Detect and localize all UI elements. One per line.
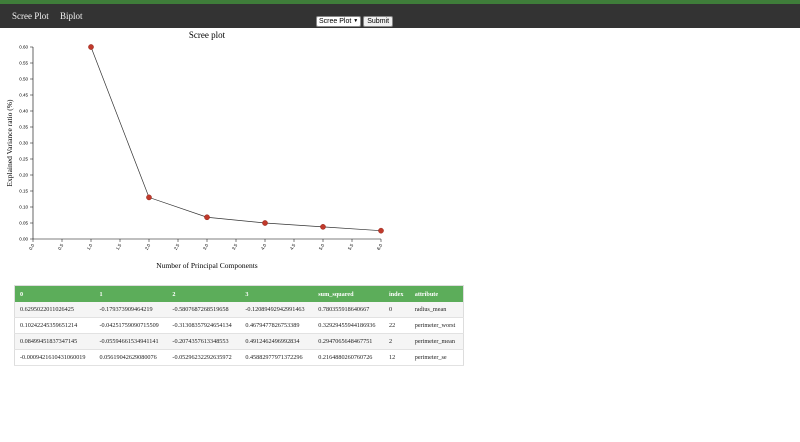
- chart-title: Scree plot: [189, 30, 226, 40]
- table-cell: 0.10242245359651214: [14, 317, 95, 334]
- table-cell: -0.04251759090715509: [94, 317, 168, 334]
- table-row: 0.08499451837347145 -0.05594661534941141-…: [14, 333, 464, 350]
- x-tick-label: 1.0: [86, 243, 94, 251]
- plot-type-select[interactable]: Scree Plot ▼: [316, 16, 362, 27]
- data-point: [204, 214, 210, 221]
- table-header-cell: 0: [14, 285, 95, 302]
- table-header-cell: sum_squared: [313, 285, 384, 302]
- table-header-cell: attribute: [409, 285, 464, 302]
- y-tick-label: 0.60: [19, 45, 28, 50]
- x-tick-label: 0.0: [28, 243, 36, 251]
- table-cell: 22: [383, 317, 410, 334]
- table-header-row: 0 1 2 3 sum_squared index attribute: [14, 285, 464, 302]
- data-point: [320, 224, 326, 230]
- pca-loadings-table: 0 1 2 3 sum_squared index attribute 0.62950220…: [14, 285, 464, 366]
- y-tick-label: 0.40: [19, 109, 28, 114]
- x-axis-label: Number of Principal Components: [156, 261, 258, 270]
- table-cell: -0.2074357613348553: [167, 333, 241, 350]
- y-tick-label: 0.50: [19, 77, 28, 82]
- x-tick-label: 1.5: [115, 243, 123, 251]
- y-tick-label: 0.20: [19, 173, 28, 178]
- table-header-cell: 3: [240, 285, 314, 302]
- chevron-down-icon: ▼: [353, 18, 359, 24]
- scree-plot-chart: Scree plot Explained Variance ratio (%) …: [5, 30, 384, 270]
- table-cell: -0.179373909464219: [94, 302, 168, 318]
- chart-plot-area: 0.00 0.05 0.10 0.15 0.20 0.25 0.30 0.35 0.40 0.45…: [19, 44, 384, 251]
- table-cell: perimeter_worst: [409, 317, 464, 334]
- x-tick-label: 4.5: [289, 243, 297, 251]
- table-row: -0.0009421610431060019 0.0561904262908007…: [14, 349, 464, 366]
- y-tick-label: 0.45: [19, 93, 28, 98]
- table-row: 0.6295022011026425 -0.179373909464219 -0.5…: [14, 302, 464, 318]
- x-tick-label: 5.5: [347, 243, 355, 251]
- x-tick-label: 4.0: [260, 243, 268, 251]
- table-cell: -0.5807687268519658: [167, 302, 241, 318]
- table-body: 0.6295022011026425 -0.179373909464219 -0.5…: [14, 302, 464, 366]
- x-tick-label: 2.5: [173, 243, 181, 251]
- table-cell: radius_mean: [409, 302, 464, 318]
- x-tick-label: 2.0: [144, 243, 152, 251]
- table-cell: perimeter_mean: [409, 333, 464, 350]
- table-cell: -0.05594661534941141: [94, 333, 168, 350]
- table-cell: 0.6295022011026425: [14, 302, 95, 318]
- table-cell: 0.2164880260760726: [313, 349, 384, 366]
- table-cell: 0.45882977971372296: [240, 349, 314, 366]
- table-cell: -0.0009421610431060019: [14, 349, 95, 366]
- plot-select-form: Scree Plot ▼ Submit: [316, 16, 394, 28]
- series-line: [90, 46, 382, 232]
- table-cell: -0.05296232292635972: [167, 349, 241, 366]
- table-header-cell: 2: [167, 285, 241, 302]
- table-cell: 0.08499451837347145: [14, 333, 95, 350]
- nav-link-scree-plot[interactable]: Scree Plot: [12, 4, 49, 28]
- table-cell: -0.12089492942991463: [240, 302, 314, 318]
- table-cell: -0.31308357924654134: [167, 317, 241, 334]
- x-tick-label: 0.5: [57, 243, 65, 251]
- table-cell: 12: [383, 349, 410, 366]
- x-tick-label: 3.0: [202, 243, 210, 251]
- navbar: Scree Plot Biplot Scree Plot ▼ Submit: [0, 4, 800, 28]
- table-cell: 0.32929455944186936: [313, 317, 384, 334]
- table-cell: 0.4912462496992834: [240, 333, 314, 350]
- y-tick-label: 0.00: [19, 237, 28, 242]
- y-tick-label: 0.30: [19, 141, 28, 146]
- data-point: [88, 44, 94, 50]
- y-axis-label: Explained Variance ratio (%): [5, 99, 14, 187]
- table-cell: 0.2947065648467751: [313, 333, 384, 350]
- data-point: [378, 227, 384, 234]
- data-point: [146, 194, 152, 201]
- y-tick-label: 0.35: [19, 125, 28, 130]
- table-cell: 0: [383, 302, 410, 318]
- y-tick-label: 0.25: [19, 157, 28, 162]
- data-point: [262, 220, 268, 226]
- x-tick-label: 6.0: [376, 243, 384, 251]
- table-header-cell: 1: [94, 285, 168, 302]
- y-tick-label: 0.15: [19, 189, 28, 194]
- x-tick-label: 5.0: [318, 243, 326, 251]
- table-cell: 0.4679477826753389: [240, 317, 314, 334]
- x-tick-label: 3.5: [231, 243, 239, 251]
- table-row: 0.10242245359651214 -0.04251759090715509-…: [14, 317, 464, 334]
- y-tick-label: 0.05: [19, 221, 28, 226]
- nav-link-biplot[interactable]: Biplot: [60, 4, 83, 28]
- y-tick-label: 0.55: [19, 61, 28, 66]
- table-cell: 2: [383, 333, 410, 350]
- y-tick-label: 0.10: [19, 205, 28, 210]
- submit-button[interactable]: Submit: [363, 16, 394, 27]
- table-cell: 0.780355918640667: [313, 302, 384, 318]
- table-header-cell: index: [383, 285, 410, 302]
- table-cell: perimeter_se: [409, 349, 464, 366]
- table-cell: 0.05619042629080076: [94, 349, 168, 366]
- plot-type-select-value: Scree Plot: [319, 18, 352, 25]
